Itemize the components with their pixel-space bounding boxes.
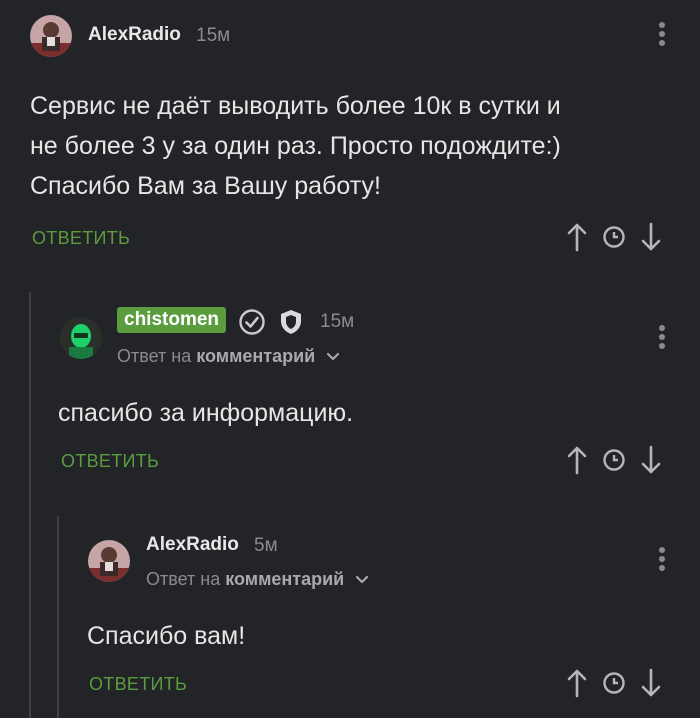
reply-button[interactable]: ОТВЕТИТЬ <box>61 451 159 472</box>
more-vertical-icon[interactable] <box>658 544 666 574</box>
reply-button[interactable]: ОТВЕТИТЬ <box>89 674 187 695</box>
arrow-down-icon[interactable] <box>640 222 662 252</box>
timestamp: 15м <box>320 311 355 332</box>
more-vertical-icon[interactable] <box>658 19 666 49</box>
avatar-image <box>88 540 130 582</box>
comment-text-line: Спасибо Вам за Вашу работу! <box>30 172 381 200</box>
reply-button[interactable]: ОТВЕТИТЬ <box>32 228 130 249</box>
comment-text: Спасибо вам! <box>87 622 246 650</box>
arrow-down-icon[interactable] <box>640 445 662 475</box>
arrow-down-icon[interactable] <box>640 668 662 698</box>
comment-text-line: не более 3 у за один раз. Просто подожди… <box>30 132 561 160</box>
more-vertical-icon[interactable] <box>658 322 666 352</box>
username[interactable]: AlexRadio <box>88 24 181 46</box>
thread-line-level-2 <box>57 516 59 718</box>
reply-to-link[interactable]: Ответ на комментарий <box>117 346 340 367</box>
avatar-image <box>30 15 72 57</box>
clock-icon[interactable] <box>602 448 626 472</box>
comment-actions <box>566 668 662 698</box>
shield-icon <box>281 310 301 334</box>
arrow-up-icon[interactable] <box>566 222 588 252</box>
chevron-down-icon <box>327 353 340 361</box>
comment-text: Сервис не даёт выводить более 10к в сутк… <box>30 86 680 206</box>
clock-icon[interactable] <box>602 671 626 695</box>
avatar[interactable] <box>30 15 72 57</box>
comment-actions <box>566 445 662 475</box>
username[interactable]: AlexRadio <box>146 534 239 556</box>
reply-to-target: комментарий <box>225 569 345 589</box>
username-badge[interactable]: chistomen <box>117 307 227 333</box>
avatar[interactable] <box>88 540 130 582</box>
comment-actions <box>566 222 662 252</box>
arrow-up-icon[interactable] <box>566 445 588 475</box>
avatar[interactable] <box>60 317 102 359</box>
arrow-up-icon[interactable] <box>566 668 588 698</box>
thread-line-level-1 <box>29 292 31 718</box>
timestamp: 15м <box>196 25 231 46</box>
reply-to-target: комментарий <box>196 346 316 366</box>
verified-check-icon <box>239 309 265 335</box>
avatar-image <box>60 317 102 359</box>
reply-to-link[interactable]: Ответ на комментарий <box>146 569 369 590</box>
chevron-down-icon <box>356 576 369 584</box>
timestamp: 5м <box>254 535 278 556</box>
comment-text: спасибо за информацию. <box>58 399 354 427</box>
reply-to-prefix: Ответ на <box>146 569 221 589</box>
reply-to-prefix: Ответ на <box>117 346 192 366</box>
comment-text-line: Сервис не даёт выводить более 10к в сутк… <box>30 92 561 120</box>
clock-icon[interactable] <box>602 225 626 249</box>
